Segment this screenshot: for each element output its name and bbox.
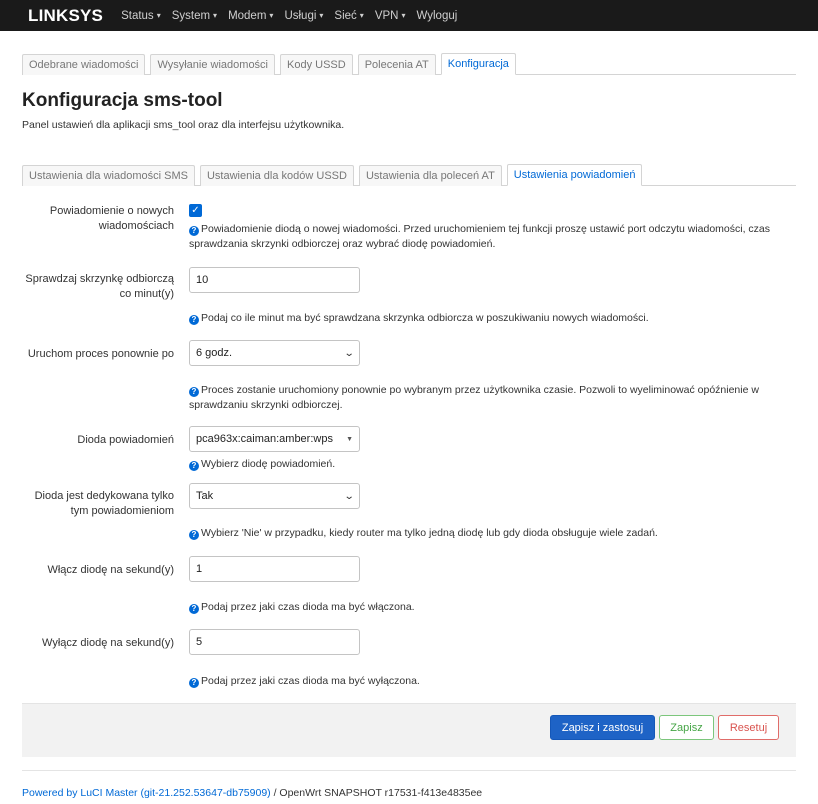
luci-link[interactable]: Powered by LuCI Master (git-21.252.53647… <box>22 787 271 799</box>
led-help: ? Wybierz diodę powiadomień. <box>189 457 789 472</box>
caret-down-icon: ▾ <box>401 10 406 20</box>
caret-down-icon: ▾ <box>359 10 364 20</box>
question-circle-icon: ? <box>189 315 199 325</box>
check-icon: ✓ <box>191 205 200 216</box>
caret-down-icon: ▾ <box>213 10 218 20</box>
subtab-ussd-settings[interactable]: Ustawienia dla kodów USSD <box>199 165 354 186</box>
notify-new-label: Powiadomienie o nowych wiadomościach <box>49 205 174 232</box>
led-on-label: Włącz diodę na sekund(y) <box>47 564 174 576</box>
tab-send-messages[interactable]: Wysyłanie wiadomości <box>150 54 276 75</box>
check-interval-input[interactable]: 10 <box>189 267 360 293</box>
led-select[interactable]: pca963x:caiman:amber:wps ▼ <box>189 426 360 452</box>
caret-down-icon: ▾ <box>156 10 161 20</box>
restart-after-select[interactable]: 6 godz. ⌄ <box>189 340 360 366</box>
form-actions: Zapisz i zastosuj Zapisz Resetuj <box>22 703 796 757</box>
restart-after-value: 6 godz. <box>196 347 233 359</box>
question-circle-icon: ? <box>189 530 199 540</box>
nav-system-label: System <box>171 9 211 22</box>
nav-vpn[interactable]: VPN ▾ <box>375 10 406 22</box>
question-circle-icon: ? <box>189 678 199 688</box>
subtab-sms-settings[interactable]: Ustawienia dla wiadomości SMS <box>22 165 195 186</box>
nav-network[interactable]: Sieć ▾ <box>334 10 363 22</box>
led-on-help-text: Podaj przez jaki czas dioda ma być włącz… <box>201 601 415 613</box>
top-tabs: Odebrane wiadomości Wysyłanie wiadomości… <box>22 52 796 75</box>
page-description: Panel ustawień dla aplikacji sms_tool or… <box>22 119 345 131</box>
page-title: Konfiguracja sms-tool <box>22 90 223 111</box>
tab-at-commands[interactable]: Polecenia AT <box>357 54 436 75</box>
footer: Powered by LuCI Master (git-21.252.53647… <box>22 770 796 799</box>
footer-version: OpenWrt SNAPSHOT r17531-f413e4835ee <box>279 787 483 799</box>
subtab-notification-settings[interactable]: Ustawienia powiadomień <box>506 164 643 186</box>
check-interval-value: 10 <box>196 274 209 286</box>
restart-after-help: ? Proces zostanie uruchomiony ponownie po… <box>189 383 789 413</box>
top-navbar: LINKSYS Status ▾ System ▾ Modem ▾ Usługi ▾ S… <box>0 0 818 31</box>
brand-logo[interactable]: LINKSYS <box>28 0 103 31</box>
chevron-down-icon: ⌄ <box>343 347 355 359</box>
nav-logout[interactable]: Wyloguj <box>416 10 457 22</box>
led-label: Dioda powiadomień <box>77 434 174 446</box>
question-circle-icon: ? <box>189 604 199 614</box>
led-on-help: ? Podaj przez jaki czas dioda ma być włąc… <box>189 600 789 615</box>
tab-received-messages[interactable]: Odebrane wiadomości <box>22 54 146 75</box>
check-interval-help-text: Podaj co ile minut ma być sprawdzana skr… <box>201 312 649 324</box>
led-on-value: 1 <box>196 563 203 575</box>
led-off-help: ? Podaj przez jaki czas dioda ma być wyłą… <box>189 674 789 689</box>
restart-after-help-text: Proces zostanie uruchomiony ponownie po … <box>189 384 759 411</box>
nav-system[interactable]: System ▾ <box>172 10 217 22</box>
led-dedicated-label: Dioda jest dedykowana tylko tym powiadom… <box>34 490 174 517</box>
question-circle-icon: ? <box>189 461 199 471</box>
restart-after-label: Uruchom proces ponownie po <box>27 348 174 360</box>
led-dedicated-value: Tak <box>196 490 214 502</box>
nav-modem-label: Modem <box>228 9 267 22</box>
notify-new-help: ? Powiadomienie diodą o nowej wiadomości.… <box>189 222 789 252</box>
nav-status[interactable]: Status ▾ <box>121 10 161 22</box>
save-apply-button[interactable]: Zapisz i zastosuj <box>550 715 655 740</box>
nav-modem[interactable]: Modem ▾ <box>228 10 273 22</box>
led-value: pca963x:caiman:amber:wps <box>196 433 333 445</box>
led-dedicated-help: ? Wybierz 'Nie' w przypadku, kiedy router… <box>189 526 789 541</box>
question-circle-icon: ? <box>189 387 199 397</box>
tab-ussd-codes[interactable]: Kody USSD <box>280 54 353 75</box>
led-off-label: Wyłącz diodę na sekund(y) <box>42 637 174 649</box>
nav-services[interactable]: Usługi ▾ <box>284 10 323 22</box>
led-off-help-text: Podaj przez jaki czas dioda ma być wyłąc… <box>201 675 420 687</box>
check-interval-label: Sprawdzaj skrzynkę odbiorczą co minut(y) <box>25 273 174 300</box>
tab-configuration[interactable]: Konfiguracja <box>440 53 516 75</box>
notify-new-help-text: Powiadomienie diodą o nowej wiadomości. … <box>189 223 771 250</box>
settings-subtabs: Ustawienia dla wiadomości SMS Ustawienia… <box>22 163 796 186</box>
led-on-input[interactable]: 1 <box>189 556 360 582</box>
nav-vpn-label: VPN <box>374 9 399 22</box>
nav-services-label: Usługi <box>284 9 317 22</box>
led-dedicated-select[interactable]: Tak ⌄ <box>189 483 360 509</box>
notify-new-checkbox[interactable]: ✓ <box>189 204 202 217</box>
led-help-text: Wybierz diodę powiadomień. <box>201 458 336 470</box>
save-button[interactable]: Zapisz <box>659 715 714 740</box>
check-interval-help: ? Podaj co ile minut ma być sprawdzana sk… <box>189 311 789 326</box>
question-circle-icon: ? <box>189 226 199 236</box>
caret-down-icon: ▼ <box>346 435 353 443</box>
nav-status-label: Status <box>121 9 154 22</box>
led-off-value: 5 <box>196 636 203 648</box>
nav-logout-label: Wyloguj <box>416 9 458 22</box>
subtab-at-settings[interactable]: Ustawienia dla poleceń AT <box>358 165 502 186</box>
led-dedicated-help-text: Wybierz 'Nie' w przypadku, kiedy router … <box>201 527 658 539</box>
led-off-input[interactable]: 5 <box>189 629 360 655</box>
caret-down-icon: ▾ <box>269 10 274 20</box>
reset-button[interactable]: Resetuj <box>718 715 779 740</box>
caret-down-icon: ▾ <box>319 10 324 20</box>
chevron-down-icon: ⌄ <box>343 490 355 502</box>
nav-network-label: Sieć <box>334 9 357 22</box>
